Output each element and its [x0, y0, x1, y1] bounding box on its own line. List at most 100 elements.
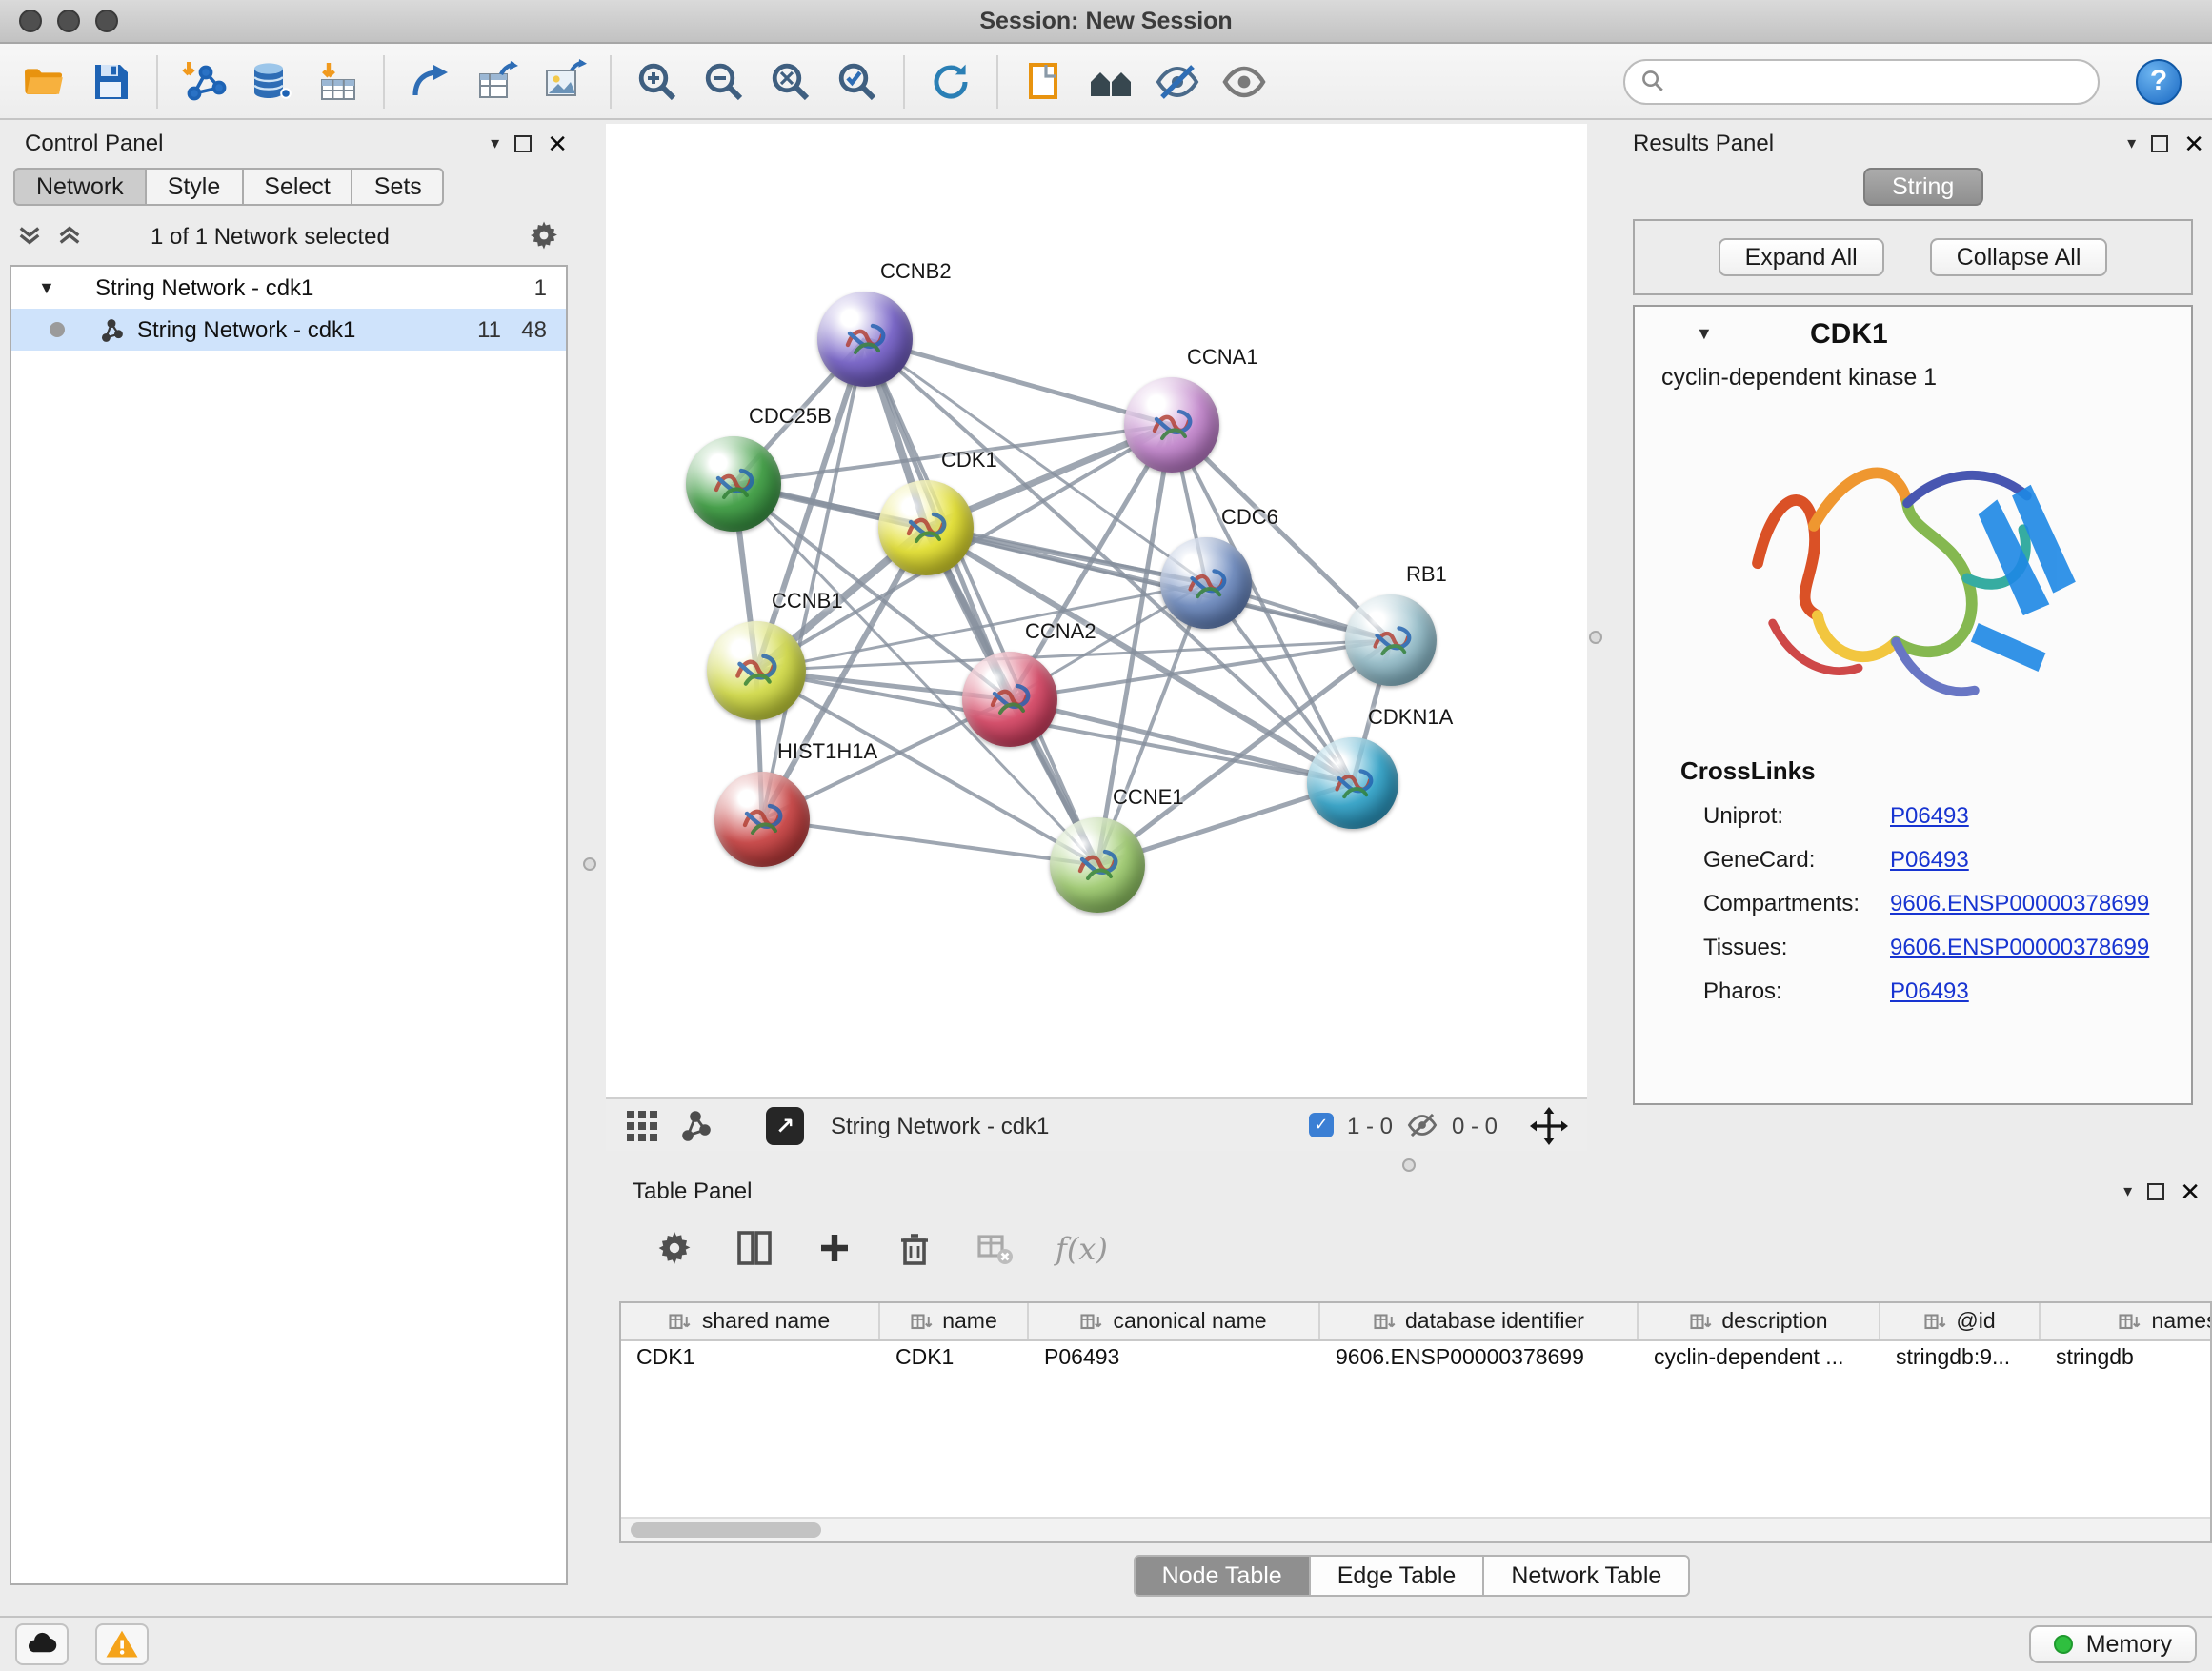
zoom-selected-button[interactable] [829, 52, 886, 110]
network-node-cdk1[interactable] [878, 480, 974, 575]
tab-network-table[interactable]: Network Table [1482, 1555, 1690, 1597]
close-window-button[interactable] [19, 10, 42, 32]
float-results-button[interactable]: ▾ [2127, 132, 2136, 153]
bottom-splitter-handle[interactable] [1402, 1158, 1416, 1172]
column-header--id[interactable]: @id [1880, 1303, 2041, 1339]
minimize-window-button[interactable] [57, 10, 80, 32]
zoom-out-button[interactable] [695, 52, 753, 110]
search-field[interactable] [1623, 58, 2100, 104]
search-input[interactable] [1675, 68, 2082, 94]
column-header-name[interactable]: name [880, 1303, 1029, 1339]
table-row[interactable]: CDK1CDK1P064939606.ENSP00000378699cyclin… [621, 1341, 2210, 1379]
network-node-cdc25b[interactable] [686, 436, 781, 532]
expand-all-icon[interactable] [57, 223, 82, 248]
import-table-from-file-button[interactable] [309, 52, 366, 110]
network-collection-row[interactable]: ▼ String Network - cdk1 1 [11, 267, 566, 309]
float-panel-button[interactable]: ▾ [491, 132, 499, 153]
network-node-ccnb2[interactable] [817, 292, 913, 387]
cell-database-identifier[interactable]: 9606.ENSP00000378699 [1320, 1341, 1639, 1379]
fit-content-button[interactable] [1530, 1106, 1568, 1144]
table-options-button[interactable] [655, 1229, 694, 1267]
delete-table-button[interactable] [975, 1229, 1014, 1267]
network-view[interactable]: CCNB2CCNA1CDC25BCDK1CDC6RB1CCNB1CCNA2CDK… [606, 124, 1587, 1151]
save-session-button[interactable] [82, 52, 139, 110]
close-results-button[interactable]: ✕ [2183, 131, 2204, 155]
export-network-button[interactable] [402, 52, 459, 110]
right-splitter-handle[interactable] [1589, 631, 1602, 644]
cell-canonical-name[interactable]: P06493 [1029, 1341, 1320, 1379]
section-expander-icon[interactable]: ▼ [1696, 324, 1713, 343]
delete-column-button[interactable] [895, 1229, 934, 1267]
show-all-button[interactable] [1216, 52, 1273, 110]
network-view-mode-button[interactable] [678, 1108, 713, 1142]
open-session-button[interactable] [15, 52, 72, 110]
column-header-description[interactable]: description [1639, 1303, 1880, 1339]
selected-checkbox-icon[interactable]: ✓ [1309, 1113, 1334, 1137]
zoom-fit-button[interactable] [762, 52, 819, 110]
tab-style[interactable]: Style [145, 168, 244, 206]
network-options-button[interactable] [528, 219, 560, 252]
network-node-ccna1[interactable] [1124, 377, 1219, 473]
pharos-link[interactable]: P06493 [1890, 976, 1969, 1003]
scrollbar-thumb[interactable] [631, 1522, 821, 1538]
table-horizontal-scrollbar[interactable] [621, 1517, 2210, 1541]
zoom-window-button[interactable] [95, 10, 118, 32]
network-node-ccnb1[interactable] [707, 621, 806, 720]
network-node-hist1h1a[interactable] [714, 772, 810, 867]
maximize-panel-button[interactable] [514, 134, 532, 151]
tab-node-table[interactable]: Node Table [1134, 1555, 1311, 1597]
network-node-ccne1[interactable] [1050, 817, 1145, 913]
memory-button[interactable]: Memory [2029, 1625, 2197, 1663]
cell-shared-name[interactable]: CDK1 [621, 1341, 880, 1379]
network-node-ccna2[interactable] [962, 652, 1057, 747]
network-node-cdkn1a[interactable] [1307, 737, 1398, 829]
tab-edge-table[interactable]: Edge Table [1309, 1555, 1485, 1597]
collapse-all-button[interactable]: Collapse All [1930, 238, 2108, 276]
show-columns-button[interactable] [735, 1229, 774, 1267]
column-header-canonical-name[interactable]: canonical name [1029, 1303, 1320, 1339]
tab-select[interactable]: Select [241, 168, 353, 206]
import-network-from-file-button[interactable] [175, 52, 232, 110]
zoom-in-button[interactable] [629, 52, 686, 110]
close-table-button[interactable]: ✕ [2180, 1178, 2201, 1203]
export-image-button[interactable] [535, 52, 593, 110]
function-builder-button[interactable]: f(x) [1056, 1230, 1108, 1266]
network-node-rb1[interactable] [1345, 594, 1437, 686]
cell--id[interactable]: stringdb:9... [1880, 1341, 2041, 1379]
help-button[interactable]: ? [2136, 58, 2182, 104]
tree-expander-icon[interactable]: ▼ [38, 278, 55, 297]
gene-section-header[interactable]: ▼ CDK1 [1635, 307, 2191, 360]
import-network-from-database-button[interactable] [242, 52, 299, 110]
detach-view-button[interactable]: ↗ [766, 1106, 804, 1144]
network-row-selected[interactable]: String Network - cdk1 11 48 [11, 309, 566, 351]
compartments-link[interactable]: 9606.ENSP00000378699 [1890, 889, 2149, 916]
cloud-button[interactable] [15, 1623, 69, 1665]
left-splitter-handle[interactable] [583, 857, 596, 871]
column-header-shared-name[interactable]: shared name [621, 1303, 880, 1339]
cell-name[interactable]: CDK1 [880, 1341, 1029, 1379]
column-header-namespace[interactable]: namespace [2041, 1303, 2212, 1339]
tab-string[interactable]: String [1863, 168, 1982, 206]
uniprot-link[interactable]: P06493 [1890, 801, 1969, 828]
float-table-button[interactable]: ▾ [2123, 1180, 2132, 1201]
grid-view-button[interactable] [625, 1108, 659, 1142]
warnings-button[interactable] [95, 1623, 149, 1665]
collapse-all-icon[interactable] [17, 223, 42, 248]
cell-namespace[interactable]: stringdb [2041, 1341, 2212, 1379]
maximize-results-button[interactable] [2151, 134, 2168, 151]
copy-document-button[interactable] [1016, 52, 1073, 110]
tab-network[interactable]: Network [13, 168, 147, 206]
tab-sets[interactable]: Sets [352, 168, 445, 206]
close-panel-button[interactable]: ✕ [547, 131, 568, 155]
birdseye-view-button[interactable] [1082, 52, 1139, 110]
refresh-view-button[interactable] [922, 52, 979, 110]
maximize-table-button[interactable] [2147, 1182, 2164, 1199]
genecard-link[interactable]: P06493 [1890, 845, 1969, 872]
hide-selected-button[interactable] [1149, 52, 1206, 110]
expand-all-button[interactable]: Expand All [1719, 238, 1884, 276]
column-header-database-identifier[interactable]: database identifier [1320, 1303, 1639, 1339]
create-column-button[interactable] [815, 1229, 854, 1267]
cell-description[interactable]: cyclin-dependent ... [1639, 1341, 1880, 1379]
network-node-cdc6[interactable] [1160, 537, 1252, 629]
tissues-link[interactable]: 9606.ENSP00000378699 [1890, 933, 2149, 959]
